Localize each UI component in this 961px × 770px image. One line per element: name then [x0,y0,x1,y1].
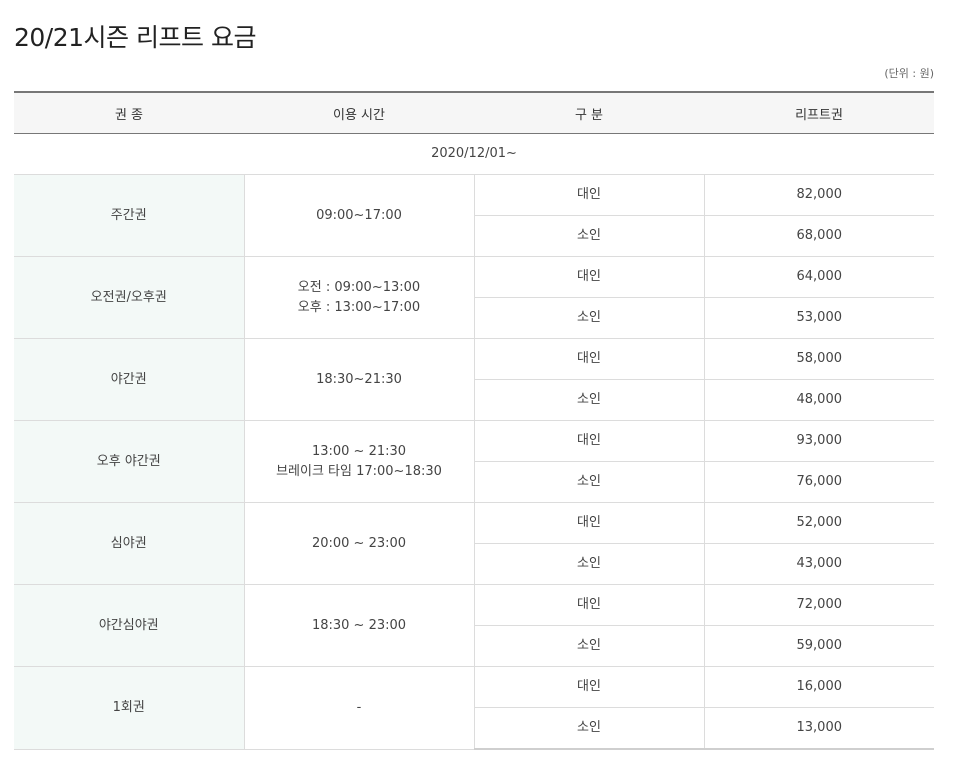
category-cell: 소인 [474,543,705,585]
table-row: 주간권 09:00~17:00 대인 82,000 [14,174,934,257]
price-cell: 53,000 [704,297,934,339]
header-ticket-type: 권 종 [14,91,244,134]
price-cell: 52,000 [704,502,934,544]
category-cell: 소인 [474,707,705,750]
price-cell: 82,000 [704,174,934,216]
ticket-type-cell: 야간심야권 [14,584,245,667]
price-cell: 76,000 [704,461,934,503]
category-cell: 대인 [474,338,705,380]
usage-time-cell: - [244,666,475,750]
table-body: 2020/12/01~ 주간권 09:00~17:00 대인 82,000 소인 68,0… [14,133,934,750]
page-title: 20/21시즌 리프트 요금 [14,23,256,52]
price-cell: 16,000 [704,666,934,708]
category-cell: 대인 [474,584,705,626]
usage-time-cell: 오전 : 09:00~13:00 오후 : 13:00~17:00 [244,256,475,339]
lift-price-table-container: 권 종 이용 시간 구 분 리프트권 2020/12/01~ 주간권 09:00~… [14,91,934,750]
usage-time-line: 20:00 ~ 23:00 [311,535,407,551]
header-lift-ticket: 리프트권 [704,91,934,134]
table-header: 권 종 이용 시간 구 분 리프트권 [14,91,934,134]
table-row: 야간심야권 18:30 ~ 23:00 대인 72,000 [14,584,934,667]
usage-time-line: 18:30 ~ 23:00 [311,617,407,633]
price-cell: 48,000 [704,379,934,421]
price-cell: 43,000 [704,543,934,585]
category-cell: 대인 [474,666,705,708]
price-cell: 68,000 [704,215,934,257]
table-row: 야간권 18:30~21:30 대인 58,000 [14,338,934,421]
category-cell: 소인 [474,379,705,421]
usage-time-line: 18:30~21:30 [316,371,402,387]
price-cell: 93,000 [704,420,934,462]
period-row: 2020/12/01~ [14,133,934,175]
category-cell: 대인 [474,502,705,544]
category-cell: 대인 [474,256,705,298]
category-cell: 소인 [474,461,705,503]
usage-time-line: 09:00~17:00 [316,207,402,223]
ticket-type-cell: 야간권 [14,338,245,421]
category-cell: 소인 [474,297,705,339]
unit-note: (단위 : 원) [884,67,934,80]
table-row: 오전권/오후권 오전 : 09:00~13:00 오후 : 13:00~17:00 대… [14,256,934,339]
price-cell: 64,000 [704,256,934,298]
usage-time-cell: 13:00 ~ 21:30 브레이크 타임 17:00~18:30 [244,420,475,503]
ticket-type-cell: 심야권 [14,502,245,585]
price-cell: 58,000 [704,338,934,380]
category-cell: 소인 [474,625,705,667]
usage-time-cell: 09:00~17:00 [244,174,475,257]
usage-time-line: 오후 : 13:00~17:00 [297,299,421,315]
category-cell: 소인 [474,215,705,257]
usage-time-line: - [356,699,362,715]
usage-time-cell: 18:30~21:30 [244,338,475,421]
ticket-type-cell: 주간권 [14,174,245,257]
lift-price-table: 권 종 이용 시간 구 분 리프트권 2020/12/01~ 주간권 09:00~… [14,91,934,750]
header-row: 권 종 이용 시간 구 분 리프트권 [14,91,934,134]
usage-time-cell: 18:30 ~ 23:00 [244,584,475,667]
table-row: 심야권 20:00 ~ 23:00 대인 52,000 [14,502,934,585]
price-cell: 13,000 [704,707,934,750]
period-cell: 2020/12/01~ [14,133,934,175]
ticket-type-cell: 오전권/오후권 [14,256,245,339]
ticket-type-cell: 1회권 [14,666,245,750]
category-cell: 대인 [474,420,705,462]
price-cell: 59,000 [704,625,934,667]
usage-time-cell: 20:00 ~ 23:00 [244,502,475,585]
header-usage-time: 이용 시간 [244,91,474,134]
table-row: 오후 야간권 13:00 ~ 21:30 브레이크 타임 17:00~18:30 대인… [14,420,934,503]
usage-time-line: 13:00 ~ 21:30 [311,443,407,459]
table-row: 1회권 - 대인 16,000 [14,666,934,750]
usage-time-line: 오전 : 09:00~13:00 [297,279,421,295]
usage-time-line: 브레이크 타임 17:00~18:30 [276,463,442,479]
price-cell: 72,000 [704,584,934,626]
header-category: 구 분 [474,91,704,134]
category-cell: 대인 [474,174,705,216]
ticket-type-cell: 오후 야간권 [14,420,245,503]
